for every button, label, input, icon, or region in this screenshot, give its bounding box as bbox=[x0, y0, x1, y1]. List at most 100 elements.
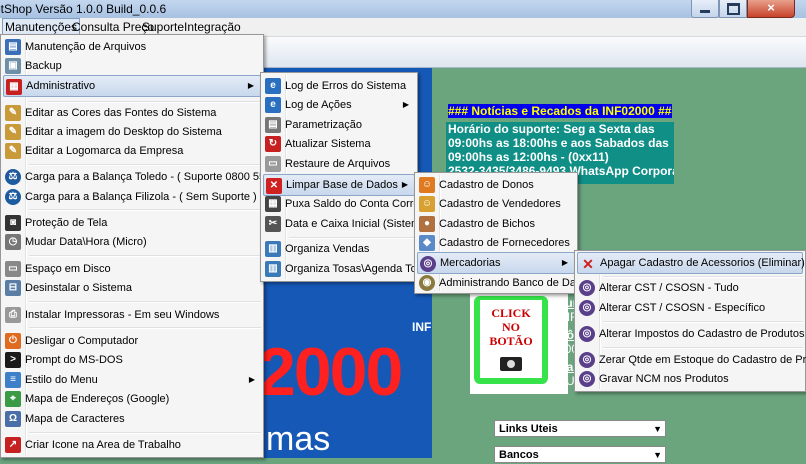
menu-item-apagar-acessorios[interactable]: ✕ Apagar Cadastro de Acessorios (Elimina… bbox=[577, 252, 805, 274]
prompt-icon: > bbox=[5, 352, 21, 368]
news-line: 09:00hs as 12:00hs - (0xx11) bbox=[448, 150, 609, 164]
menu-item-label: Alterar CST / CSOSN - Específico bbox=[599, 302, 766, 314]
printer-icon: ⎙ bbox=[5, 307, 21, 323]
menu-item-label: Carga para a Balança Filizola - ( Sem Su… bbox=[25, 191, 257, 203]
person-icon: ☺ bbox=[419, 196, 435, 212]
menu-item-puxa-saldo[interactable]: ▦ Puxa Saldo do Conta Corrente bbox=[263, 193, 435, 215]
menu-item-instalar-impressoras[interactable]: ⎙ Instalar Impressoras - Em seu Windows bbox=[3, 304, 261, 326]
menu-item-label: Restaure de Arquivos bbox=[285, 158, 391, 170]
menu-item-balanca-toledo[interactable]: ⚖ Carga para a Balança Toledo - ( Suport… bbox=[3, 166, 302, 188]
menu-item-gravar-ncm[interactable]: ◎ Gravar NCM nos Produtos bbox=[577, 368, 803, 390]
menu-item-label: Editar a imagem do Desktop do Sistema bbox=[25, 126, 222, 138]
screensaver-icon: ◙ bbox=[5, 215, 21, 231]
menu-item-criar-icone[interactable]: ↗ Criar Icone na Area de Trabalho bbox=[3, 434, 261, 456]
menu-item-cadastro-fornecedores[interactable]: ◆ Cadastro de Fornecedores bbox=[417, 232, 575, 254]
click-line: CLICK bbox=[491, 306, 531, 320]
account-icon: ▦ bbox=[265, 196, 281, 212]
scale-icon: ⚖ bbox=[5, 169, 21, 185]
menu-item-label: Backup bbox=[25, 60, 62, 72]
manutencoes-menu: ▤ Manutenção de Arquivos ▣ Backup ▦ Admi… bbox=[0, 34, 302, 458]
menu-item-atualizar[interactable]: ↻ Atualizar Sistema bbox=[263, 133, 415, 155]
menu-item-administrativo[interactable]: ▦ Administrativo ▶ bbox=[3, 75, 261, 97]
menu-item-label: Gravar NCM nos Produtos bbox=[599, 373, 729, 385]
power-icon: ⏻ bbox=[5, 333, 21, 349]
menu-item-label: Atualizar Sistema bbox=[285, 138, 371, 150]
pet-icon: ● bbox=[419, 216, 435, 232]
menu-separator bbox=[29, 327, 261, 329]
menu-item-label: Desinstalar o Sistema bbox=[25, 282, 132, 294]
window-title: etShop Versão 1.0.0 Build_0.0.6 bbox=[0, 2, 167, 16]
news-line: 09:00hs as 18:00hs e aos Sabados das bbox=[448, 136, 669, 150]
bancos-select[interactable]: Bancos ▼ bbox=[494, 446, 666, 463]
menu-item-mapa-enderecos[interactable]: ⌖ Mapa de Endereços (Google) bbox=[3, 388, 261, 410]
menu-item-restaure[interactable]: ▭ Restaure de Arquivos bbox=[263, 153, 415, 175]
menu-item-desinstalar[interactable]: ⊟ Desinstalar o Sistema bbox=[3, 277, 261, 299]
click-line: NO bbox=[502, 320, 520, 334]
menu-item-administrando-banco[interactable]: ◉ Administrando Banco de Dados bbox=[417, 272, 594, 294]
menu-separator bbox=[29, 301, 261, 303]
chevron-down-icon: ▼ bbox=[653, 424, 662, 434]
menu-suporte[interactable]: Suporte bbox=[140, 19, 186, 35]
minimize-button[interactable] bbox=[691, 0, 719, 18]
menu-item-label: Cadastro de Bichos bbox=[439, 218, 535, 230]
title-bar: etShop Versão 1.0.0 Build_0.0.6 × bbox=[0, 0, 806, 18]
menu-item-label: Limpar Base de Dados bbox=[286, 179, 398, 191]
menu-item-cadastro-vendedores[interactable]: ☺ Cadastro de Vendedores bbox=[417, 193, 575, 215]
maximize-button[interactable] bbox=[719, 0, 747, 18]
limpar-base-submenu: ☺ Cadastro de Donos ☺ Cadastro de Vended… bbox=[414, 172, 594, 294]
menu-item-label: Mapa de Endereços (Google) bbox=[25, 393, 170, 405]
close-button[interactable]: × bbox=[747, 0, 795, 18]
menu-integracao[interactable]: Integração bbox=[182, 19, 243, 35]
chevron-right-icon: ▶ bbox=[401, 180, 408, 189]
chevron-down-icon: ▼ bbox=[653, 450, 662, 460]
organize-icon: ▥ bbox=[265, 241, 281, 257]
paint-icon: ✎ bbox=[5, 143, 21, 159]
menu-item-organiza-vendas[interactable]: ▥ Organiza Vendas bbox=[263, 238, 415, 260]
menu-item-label: Mercadorias bbox=[440, 257, 501, 269]
charmap-icon: Ω bbox=[5, 411, 21, 427]
menu-item-label: Alterar CST / CSOSN - Tudo bbox=[599, 282, 739, 294]
menu-item-label: Cadastro de Donos bbox=[439, 179, 534, 191]
administrativo-submenu: e Log de Erros do Sistema e Log de Ações… bbox=[260, 72, 435, 282]
menu-item-mudar-data[interactable]: ◷ Mudar Data\Hora (Micro) bbox=[3, 231, 261, 253]
menu-item-alterar-cst-especifico[interactable]: ◎ Alterar CST / CSOSN - Específico bbox=[577, 297, 803, 319]
menu-item-label: Editar a Logomarca da Empresa bbox=[25, 145, 184, 157]
menu-item-label: Mudar Data\Hora (Micro) bbox=[25, 236, 147, 248]
menu-item-mapa-caracteres[interactable]: Ω Mapa de Caracteres bbox=[3, 408, 261, 430]
menu-item-alterar-impostos[interactable]: ◎ Alterar Impostos do Cadastro de Produt… bbox=[577, 323, 805, 345]
goods-icon: ◎ bbox=[420, 256, 436, 272]
uninstall-icon: ⊟ bbox=[5, 280, 21, 296]
menu-item-label: Parametrização bbox=[285, 119, 363, 131]
news-title: ### Notícias e Recados da INF02000 ### bbox=[448, 104, 672, 118]
banner-slogan: mas bbox=[266, 420, 331, 458]
goods-icon: ◎ bbox=[579, 352, 595, 368]
paint-icon: ✎ bbox=[5, 105, 21, 121]
menu-item-label: Proteção de Tela bbox=[25, 217, 108, 229]
delete-icon: ✕ bbox=[582, 256, 594, 272]
menu-item-prompt-dos[interactable]: > Prompt do MS-DOS bbox=[3, 349, 261, 371]
menu-item-label: Instalar Impressoras - Em seu Windows bbox=[25, 309, 220, 321]
menu-item-balanca-filizola[interactable]: ⚖ Carga para a Balança Filizola - ( Sem … bbox=[3, 186, 261, 208]
menu-style-icon: ≡ bbox=[5, 372, 21, 388]
links-uteis-select[interactable]: Links Uteis ▼ bbox=[494, 420, 666, 437]
banner-inf: INF bbox=[412, 320, 432, 334]
menu-item-organiza-tosas[interactable]: ▥ Organiza Tosas\Agenda Tosa bbox=[263, 258, 428, 280]
chevron-right-icon: ▶ bbox=[561, 258, 568, 267]
menu-item-alterar-cst-tudo[interactable]: ◎ Alterar CST / CSOSN - Tudo bbox=[577, 277, 803, 299]
menu-item-data-caixa[interactable]: ✂ Data e Caixa Inicial (Sistema) bbox=[263, 213, 430, 235]
menu-item-label: Criar Icone na Area de Trabalho bbox=[25, 439, 181, 451]
map-icon: ⌖ bbox=[5, 391, 21, 407]
menu-item-label: Administrativo bbox=[26, 80, 96, 92]
organize-icon: ▥ bbox=[265, 261, 281, 277]
menu-item-backup[interactable]: ▣ Backup bbox=[3, 55, 261, 77]
menu-item-label: Administrando Banco de Dados bbox=[439, 277, 594, 289]
files-icon: ▤ bbox=[5, 39, 21, 55]
menu-item-editar-logomarca[interactable]: ✎ Editar a Logomarca da Empresa bbox=[3, 140, 261, 162]
menu-item-mercadorias[interactable]: ◎ Mercadorias ▶ bbox=[417, 252, 575, 274]
menu-item-label: Editar as Cores das Fontes do Sistema bbox=[25, 107, 217, 119]
banner-number: 2000 bbox=[258, 334, 403, 410]
database-icon: ◉ bbox=[419, 275, 435, 291]
menu-item-label: Alterar Impostos do Cadastro de Produtos bbox=[599, 328, 805, 340]
menu-item-log-acoes[interactable]: e Log de Ações ▶ bbox=[263, 94, 415, 116]
chevron-right-icon: ▶ bbox=[247, 81, 254, 90]
